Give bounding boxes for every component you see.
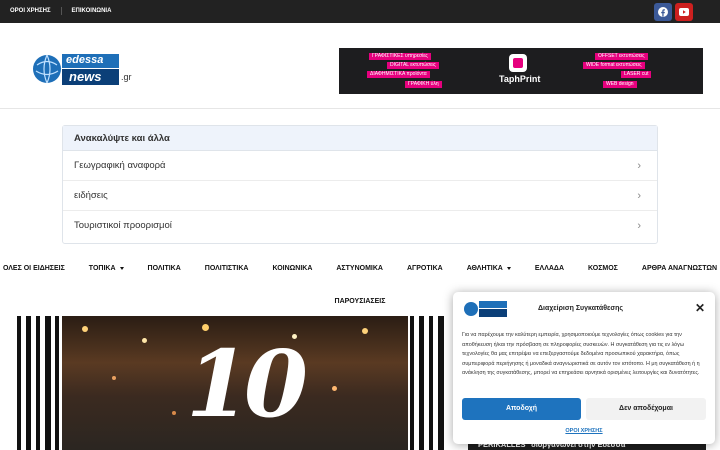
related-item[interactable]: ειδήσεις › bbox=[63, 181, 657, 211]
nav-label: ΕΛΛΑΔΑ bbox=[534, 265, 565, 272]
nav-item-culture[interactable]: ΠΟΛΙΤΙΣΤΙΚΑ bbox=[193, 265, 261, 272]
banner-tag: OFFSET εκτυπώσεις bbox=[595, 53, 648, 60]
nav-label: ΑΡΘΡΑ ΑΝΑΓΝΩΣΤΩΝ bbox=[641, 265, 718, 272]
nav-item-police[interactable]: ΑΣΤΥΝΟΜΙΚΑ bbox=[324, 265, 395, 272]
nav-item-presentations[interactable]: ΠΑΡΟΥΣΙΑΣΕΙΣ bbox=[323, 298, 398, 305]
related-item-label: Τουριστικοί προορισμοί bbox=[74, 220, 172, 231]
nav-label: ΠΟΛΙΤΙΣΤΙΚΑ bbox=[204, 265, 249, 272]
accept-button[interactable]: Αποδοχή bbox=[462, 398, 581, 420]
banner-tag: ΔΙΑΦΗΜΙΣΤΙΚΑ προϊόντα bbox=[367, 71, 430, 78]
nav-label: ΚΟΣΜΟΣ bbox=[588, 265, 618, 272]
chevron-right-icon: › bbox=[637, 160, 641, 172]
nav-item-reader-articles[interactable]: ΑΡΘΡΑ ΑΝΑΓΝΩΣΤΩΝ bbox=[630, 265, 720, 272]
chevron-right-icon: › bbox=[637, 220, 641, 232]
nav-item-politics[interactable]: ΠΟΛΙΤΙΚΑ bbox=[136, 265, 193, 272]
nav-item-world[interactable]: ΚΟΣΜΟΣ bbox=[576, 265, 630, 272]
logo-suffix: .gr bbox=[121, 72, 132, 82]
banner-tag: WIDE format εκτυπώσεις bbox=[583, 62, 645, 69]
nav-item-agriculture[interactable]: ΑΓΡΟΤΙΚΑ bbox=[395, 265, 455, 272]
top-bar: ΟΡΟΙ ΧΡΗΣΗΣ ΕΠΙΚΟΙΝΩΝΙΑ bbox=[0, 0, 720, 23]
related-item-label: ειδήσεις bbox=[74, 190, 108, 201]
cookie-consent-dialog: Διαχείριση Συγκατάθεσης ✕ Για να παρέχου… bbox=[453, 292, 715, 444]
youtube-button[interactable] bbox=[675, 3, 693, 21]
consent-title: Διαχείριση Συγκατάθεσης bbox=[538, 305, 624, 312]
nav-label: ΑΣΤΥΝΟΜΙΚΑ bbox=[336, 265, 383, 272]
nav-item-greece[interactable]: ΕΛΛΑΔΑ bbox=[523, 265, 576, 272]
nav-label: ΤΟΠΙΚΑ bbox=[88, 265, 116, 272]
related-item[interactable]: Τουριστικοί προορισμοί › bbox=[63, 211, 657, 241]
stripe-pattern-right bbox=[408, 316, 448, 450]
banner-brand: TaphPrint bbox=[499, 74, 541, 84]
banner-tag: ΓΡΑΦΙΚΗ ύλη bbox=[405, 81, 442, 88]
stripe-pattern-left bbox=[14, 316, 62, 450]
banner-tag: DIGITAL εκτυπώσεις bbox=[387, 62, 439, 69]
related-box: Ανακαλύψτε και άλλα Γεωγραφική αναφορά ›… bbox=[62, 125, 658, 244]
top-link-contact[interactable]: ΕΠΙΚΟΙΝΩΝΙΑ bbox=[72, 7, 122, 15]
nav-label: ΚΟΙΝΩΝΙΚΑ bbox=[272, 265, 313, 272]
nav-label: ΠΟΛΙΤΙΚΑ bbox=[147, 265, 181, 272]
nav-label: ΑΘΛΗΤΙΚΑ bbox=[466, 265, 503, 272]
consent-text: Για να παρέχουμε την καλύτερη εμπειρία, … bbox=[462, 332, 700, 377]
caret-down-icon bbox=[119, 267, 124, 270]
logo-text-sub: news bbox=[69, 69, 102, 84]
related-heading: Ανακαλύψτε και άλλα bbox=[63, 126, 657, 151]
taphprint-banner[interactable]: ΓΡΑΦΙΣΤΙΚΕΣ υπηρεσίες DIGITAL εκτυπώσεις… bbox=[339, 48, 703, 94]
facebook-icon bbox=[658, 7, 668, 17]
youtube-icon bbox=[679, 8, 689, 16]
nav-label: ΑΓΡΟΤΙΚΑ bbox=[406, 265, 443, 272]
banner-tag: LASER cut bbox=[621, 71, 652, 78]
nav-item-all-news[interactable]: ΟΛΕΣ ΟΙ ΕΙΔΗΣΕΙΣ bbox=[0, 265, 77, 272]
nav-item-society[interactable]: ΚΟΙΝΩΝΙΚΑ bbox=[260, 265, 324, 272]
caret-down-icon bbox=[506, 267, 511, 270]
site-logo[interactable]: edessa news .gr bbox=[33, 52, 133, 88]
consent-terms-link[interactable]: ΟΡΟΙ ΧΡΗΣΗΣ bbox=[453, 428, 715, 434]
top-link-terms[interactable]: ΟΡΟΙ ΧΡΗΣΗΣ bbox=[10, 7, 62, 15]
taphprint-logo-icon bbox=[509, 54, 527, 72]
hero-image[interactable]: 10 bbox=[14, 316, 448, 450]
close-icon[interactable]: ✕ bbox=[695, 302, 705, 314]
top-links: ΟΡΟΙ ΧΡΗΣΗΣ ΕΠΙΚΟΙΝΩΝΙΑ bbox=[10, 7, 131, 15]
hero-number: 10 bbox=[186, 330, 308, 438]
nav-item-sports[interactable]: ΑΘΛΗΤΙΚΑ bbox=[455, 265, 523, 272]
nav-label: ΟΛΕΣ ΟΙ ΕΙΔΗΣΕΙΣ bbox=[3, 265, 65, 272]
related-item-label: Γεωγραφική αναφορά bbox=[74, 160, 166, 171]
banner-tag: WEB design bbox=[603, 81, 637, 88]
related-item[interactable]: Γεωγραφική αναφορά › bbox=[63, 151, 657, 181]
facebook-button[interactable] bbox=[654, 3, 672, 21]
header-divider bbox=[0, 108, 720, 109]
nav-item-local[interactable]: ΤΟΠΙΚΑ bbox=[77, 265, 136, 272]
consent-logo bbox=[464, 301, 507, 317]
logo-text-main: edessa bbox=[66, 54, 104, 66]
banner-tag: ΓΡΑΦΙΣΤΙΚΕΣ υπηρεσίες bbox=[369, 53, 431, 60]
deny-button[interactable]: Δεν αποδέχομαι bbox=[586, 398, 706, 420]
chevron-right-icon: › bbox=[637, 190, 641, 202]
